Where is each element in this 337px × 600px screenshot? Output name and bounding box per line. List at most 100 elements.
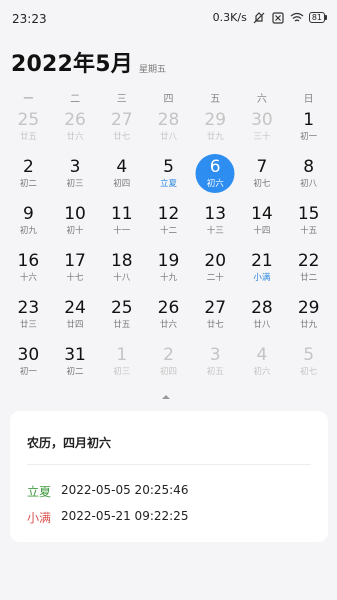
lunar-day-label: 廿六 bbox=[66, 132, 84, 142]
calendar-day[interactable]: 10 初十 bbox=[52, 202, 99, 249]
weekday-label: 二 bbox=[70, 94, 81, 105]
network-speed: 0.3K/s bbox=[212, 11, 247, 24]
lunar-day-label: 初一 bbox=[300, 132, 318, 142]
day-number: 3 bbox=[69, 157, 81, 177]
day-number: 2 bbox=[163, 345, 174, 365]
month-title[interactable]: 2022年5月 bbox=[11, 46, 133, 78]
lunar-day-label: 廿七 bbox=[206, 320, 224, 330]
calendar-day[interactable]: 17 十七 bbox=[52, 249, 99, 296]
lunar-day-label: 廿三 bbox=[19, 320, 37, 330]
calendar-day[interactable]: 20 二十 bbox=[192, 249, 239, 296]
calendar-day[interactable]: 28 廿八 bbox=[145, 108, 192, 155]
collapse-arrow-icon[interactable] bbox=[162, 395, 170, 399]
calendar-day[interactable]: 2 初四 bbox=[145, 343, 192, 390]
lunar-day-label: 初四 bbox=[159, 367, 177, 377]
calendar-day[interactable]: 30 三十 bbox=[239, 108, 286, 155]
lunar-day-label: 初七 bbox=[253, 179, 271, 189]
calendar-day[interactable]: 8 初八 bbox=[285, 155, 332, 202]
lunar-day-label: 廿九 bbox=[206, 132, 224, 142]
weekday-label: 四 bbox=[163, 94, 174, 105]
day-number: 22 bbox=[297, 251, 320, 271]
day-number: 15 bbox=[297, 204, 320, 224]
solar-term-name: 小满 bbox=[27, 511, 52, 525]
calendar-day[interactable]: 21 小满 bbox=[239, 249, 286, 296]
calendar-day[interactable]: 3 初五 bbox=[192, 343, 239, 390]
calendar-day[interactable]: 14 十四 bbox=[239, 202, 286, 249]
lunar-day-label: 廿二 bbox=[300, 273, 318, 283]
calendar-day[interactable]: 24 廿四 bbox=[52, 296, 99, 343]
calendar-day[interactable]: 29 廿九 bbox=[285, 296, 332, 343]
day-number: 25 bbox=[110, 298, 133, 318]
lunar-day-label: 初三 bbox=[113, 367, 131, 377]
calendar-day[interactable]: 11 十一 bbox=[98, 202, 145, 249]
calendar-day[interactable]: 1 初一 bbox=[285, 108, 332, 155]
day-number: 14 bbox=[251, 204, 273, 224]
day-number: 17 bbox=[64, 251, 86, 271]
day-number: 5 bbox=[163, 157, 174, 177]
day-number: 25 bbox=[17, 110, 40, 130]
calendar-day[interactable]: 12 十二 bbox=[145, 202, 192, 249]
calendar-day[interactable]: 26 廿六 bbox=[145, 296, 192, 343]
calendar-day-selected[interactable]: 6 初六 bbox=[192, 155, 239, 202]
lunar-day-label: 初六 bbox=[206, 179, 224, 189]
calendar-day[interactable]: 27 廿七 bbox=[98, 108, 145, 155]
divider bbox=[27, 464, 311, 465]
day-number: 31 bbox=[64, 345, 86, 365]
calendar-day[interactable]: 25 廿五 bbox=[5, 108, 52, 155]
day-number: 11 bbox=[110, 204, 133, 224]
calendar-day[interactable]: 7 初七 bbox=[239, 155, 286, 202]
mute-icon bbox=[253, 11, 265, 23]
calendar-day[interactable]: 9 初九 bbox=[5, 202, 52, 249]
calendar-day[interactable]: 27 廿七 bbox=[192, 296, 239, 343]
lunar-day-label: 初五 bbox=[206, 367, 224, 377]
calendar-day[interactable]: 15 十五 bbox=[285, 202, 332, 249]
lunar-day-label: 初四 bbox=[113, 179, 131, 189]
calendar-day[interactable]: 16 十六 bbox=[5, 249, 52, 296]
lunar-day-label: 廿五 bbox=[113, 320, 131, 330]
status-time: 23:23 bbox=[12, 12, 47, 26]
calendar-day[interactable]: 5 初七 bbox=[285, 343, 332, 390]
calendar-day[interactable]: 4 初六 bbox=[239, 343, 286, 390]
day-number: 19 bbox=[157, 251, 180, 271]
lunar-day-label: 十六 bbox=[19, 273, 37, 283]
lunar-day-label: 初七 bbox=[300, 367, 318, 377]
calendar-day[interactable]: 4 初四 bbox=[98, 155, 145, 202]
day-number: 27 bbox=[110, 110, 133, 130]
weekday-header: 一 二 三 四 五 六 日 bbox=[5, 90, 332, 105]
calendar-day[interactable]: 30 初一 bbox=[5, 343, 52, 390]
lunar-day-label: 十五 bbox=[300, 226, 318, 236]
day-number: 8 bbox=[303, 157, 315, 177]
day-number: 1 bbox=[303, 110, 315, 130]
calendar-day[interactable]: 5 立夏 bbox=[145, 155, 192, 202]
day-number: 29 bbox=[204, 110, 227, 130]
lunar-day-label: 十三 bbox=[206, 226, 224, 236]
lunar-day-label: 十四 bbox=[253, 226, 271, 236]
lunar-day-label: 初八 bbox=[300, 179, 318, 189]
calendar-day[interactable]: 18 十八 bbox=[98, 249, 145, 296]
status-bar: 23:23 0.3K/s 81 bbox=[0, 0, 337, 38]
calendar-day[interactable]: 23 廿三 bbox=[5, 296, 52, 343]
day-number: 4 bbox=[116, 157, 128, 177]
calendar-day[interactable]: 1 初三 bbox=[98, 343, 145, 390]
calendar-day[interactable]: 28 廿八 bbox=[239, 296, 286, 343]
lunar-day-label: 十九 bbox=[159, 273, 177, 283]
lunar-day-label: 廿九 bbox=[300, 320, 318, 330]
calendar-day[interactable]: 31 初二 bbox=[52, 343, 99, 390]
calendar-day[interactable]: 13 十三 bbox=[192, 202, 239, 249]
day-number: 3 bbox=[209, 345, 221, 365]
calendar-day[interactable]: 25 廿五 bbox=[98, 296, 145, 343]
lunar-date: 农历，四月初六 bbox=[27, 436, 112, 450]
lunar-day-label: 廿五 bbox=[19, 132, 37, 142]
calendar-day[interactable]: 3 初三 bbox=[52, 155, 99, 202]
calendar-day[interactable]: 26 廿六 bbox=[52, 108, 99, 155]
calendar-day[interactable]: 2 初二 bbox=[5, 155, 52, 202]
calendar-day[interactable]: 19 十九 bbox=[145, 249, 192, 296]
battery-icon: 81 bbox=[308, 12, 328, 23]
calendar-day[interactable]: 22 廿二 bbox=[285, 249, 332, 296]
lunar-day-label: 廿六 bbox=[159, 320, 177, 330]
day-number: 13 bbox=[204, 204, 227, 224]
solar-term-row: 小满 2022-05-21 09:22:25 bbox=[27, 509, 188, 526]
calendar-day[interactable]: 29 廿九 bbox=[192, 108, 239, 155]
weekday-label: 一 bbox=[23, 94, 34, 105]
lunar-day-label: 廿八 bbox=[253, 320, 271, 330]
